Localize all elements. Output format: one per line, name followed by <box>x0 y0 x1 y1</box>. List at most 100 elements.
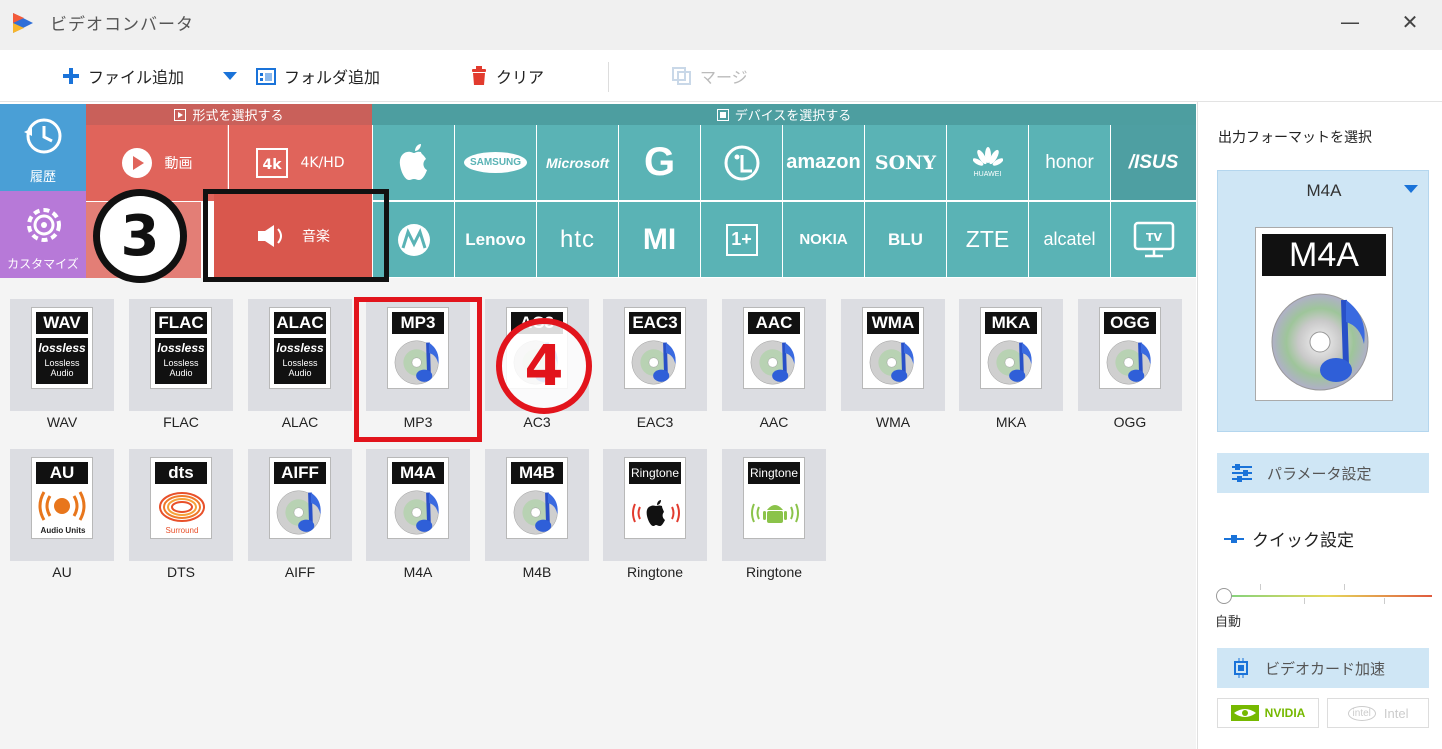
format-tile-aiff[interactable]: AIFF <box>248 449 352 561</box>
device-lg[interactable] <box>701 125 782 200</box>
add-folder-label: フォルダ追加 <box>284 68 381 87</box>
device-tv[interactable]: TV <box>1111 202 1196 277</box>
format-icon-card: WAV lossless Lossless Audio <box>31 307 93 389</box>
format-label: Ringtone <box>626 564 684 580</box>
device-amazon[interactable]: amazon <box>783 125 864 200</box>
format-preview-card: M4A <box>1255 227 1393 401</box>
nav-history[interactable]: 履歴 <box>0 104 86 191</box>
apple-icon <box>399 143 427 180</box>
music-disc-icon <box>1271 293 1369 391</box>
format-tile-m4b[interactable]: M4B <box>485 449 589 561</box>
intel-option[interactable]: intel Intel <box>1327 698 1429 728</box>
history-icon <box>24 118 62 154</box>
close-button[interactable]: ✕ <box>1395 10 1425 34</box>
format-tile-dts[interactable]: dts Surround <box>129 449 233 561</box>
output-format-selector[interactable]: M4A M4A <box>1217 170 1429 432</box>
format-icon-card: EAC3 <box>624 307 686 389</box>
slider-auto-label: 自動 <box>1215 615 1242 630</box>
nokia-logo: NOKIA <box>799 231 848 248</box>
folder-icon <box>256 68 276 85</box>
step4-highlight-box <box>354 297 482 442</box>
format-label: M4A <box>403 564 433 580</box>
lossless-logo: lossless <box>157 341 205 355</box>
device-asus[interactable]: /ISUS <box>1111 125 1196 200</box>
device-sony[interactable]: SONY <box>865 125 946 200</box>
play-circle-icon <box>121 148 152 178</box>
format-icon-card: WMA <box>862 307 924 389</box>
sony-logo: SONY <box>874 151 937 174</box>
format-tile-m4a[interactable]: M4A <box>366 449 470 561</box>
quick-settings-label: クイック設定 <box>1252 531 1354 551</box>
device-microsoft[interactable]: Microsoft <box>537 125 618 200</box>
zte-logo: ZTE <box>965 226 1010 252</box>
device-lenovo[interactable]: Lenovo <box>455 202 536 277</box>
format-tile-au[interactable]: AU Audio Units <box>10 449 114 561</box>
music-disc-icon <box>276 490 321 535</box>
nvidia-option[interactable]: NVIDIA <box>1217 698 1319 728</box>
lossless-line2: Audio <box>288 368 312 378</box>
lossless-line2: Audio <box>169 368 193 378</box>
lossless-logo: lossless <box>276 341 324 355</box>
right-panel: 出力フォーマットを選択 M4A M4A パラメータ設定 クイック設定 自動 ビデ… <box>1197 102 1442 749</box>
format-tile-aac[interactable]: AAC <box>722 299 826 411</box>
music-disc-icon <box>987 340 1032 385</box>
title-bar: ビデオコンバータ — ✕ <box>0 0 1442 50</box>
huawei-flower-icon <box>972 147 1003 166</box>
amazon-logo: amazon <box>786 151 861 173</box>
lossless-line1: Lossless <box>44 358 80 368</box>
device-huawei[interactable]: HUAWEI <box>947 125 1028 200</box>
samsung-logo: SAMSUNG <box>463 152 528 173</box>
device-oneplus[interactable]: 1+ <box>701 202 782 277</box>
format-tile-ogg[interactable]: OGG <box>1078 299 1182 411</box>
add-file-dropdown[interactable] <box>222 63 246 89</box>
step4-circled-number: 4 <box>496 318 592 414</box>
add-file-button[interactable]: ファイル追加 <box>62 63 184 89</box>
format-icon-card: AU Audio Units <box>31 457 93 539</box>
format-icon-card: ALAC lossless Lossless Audio <box>269 307 331 389</box>
music-disc-icon <box>750 340 795 385</box>
format-tile-mka[interactable]: MKA <box>959 299 1063 411</box>
format-label: Ringtone <box>745 564 803 580</box>
device-section-header: デバイスを選択する <box>372 104 1196 125</box>
microsoft-logo: Microsoft <box>546 154 609 171</box>
surround-caption: Surround <box>165 526 199 535</box>
device-blu[interactable]: BLU <box>865 202 946 277</box>
quality-slider[interactable] <box>1216 584 1434 610</box>
tv-icon: TV <box>1133 221 1174 257</box>
device-square-icon <box>716 108 729 121</box>
format-icon-card: dts Surround <box>150 457 212 539</box>
motorola-logo <box>397 223 430 256</box>
minimize-button[interactable]: — <box>1335 10 1365 34</box>
format-tile-wma[interactable]: WMA <box>841 299 945 411</box>
device-mi[interactable]: MI <box>619 202 700 277</box>
lossless-badge: lossless Lossless Audio <box>36 338 88 384</box>
apple-ringtone-icon <box>632 500 680 526</box>
device-zte[interactable]: ZTE <box>947 202 1028 277</box>
device-alcatel[interactable]: alcatel <box>1029 202 1110 277</box>
parameter-settings-button[interactable]: パラメータ設定 <box>1217 453 1429 493</box>
format-tile-flac[interactable]: FLAC lossless Lossless Audio <box>129 299 233 411</box>
format-tile-alac[interactable]: ALAC lossless Lossless Audio <box>248 299 352 411</box>
format-tile-wav[interactable]: WAV lossless Lossless Audio <box>10 299 114 411</box>
add-folder-button[interactable]: フォルダ追加 <box>256 63 380 89</box>
format-label: M4B <box>522 564 552 580</box>
device-honor[interactable]: honor <box>1029 125 1110 200</box>
nav-history-label: 履歴 <box>29 170 56 185</box>
format-tile-eac3[interactable]: EAC3 <box>603 299 707 411</box>
format-label: WMA <box>875 414 911 430</box>
gpu-acceleration-button[interactable]: ビデオカード加速 <box>1217 648 1429 688</box>
device-nokia[interactable]: NOKIA <box>783 202 864 277</box>
device-google[interactable]: G <box>619 125 700 200</box>
nav-customize[interactable]: カスタマイズ <box>0 191 86 278</box>
slider-thumb[interactable] <box>1216 588 1232 604</box>
merge-button[interactable]: マージ <box>672 63 748 89</box>
music-disc-icon <box>394 490 439 535</box>
4k-icon: 4k <box>256 148 289 178</box>
lossless-line1: Lossless <box>163 358 199 368</box>
clear-button[interactable]: クリア <box>470 63 544 89</box>
format-tile-ringtone[interactable]: Ringtone <box>722 449 826 561</box>
format-preview-badge: M4A <box>1262 234 1386 276</box>
device-htc[interactable]: htc <box>537 202 618 277</box>
device-samsung[interactable]: SAMSUNG <box>455 125 536 200</box>
format-tile-ringtone[interactable]: Ringtone <box>603 449 707 561</box>
